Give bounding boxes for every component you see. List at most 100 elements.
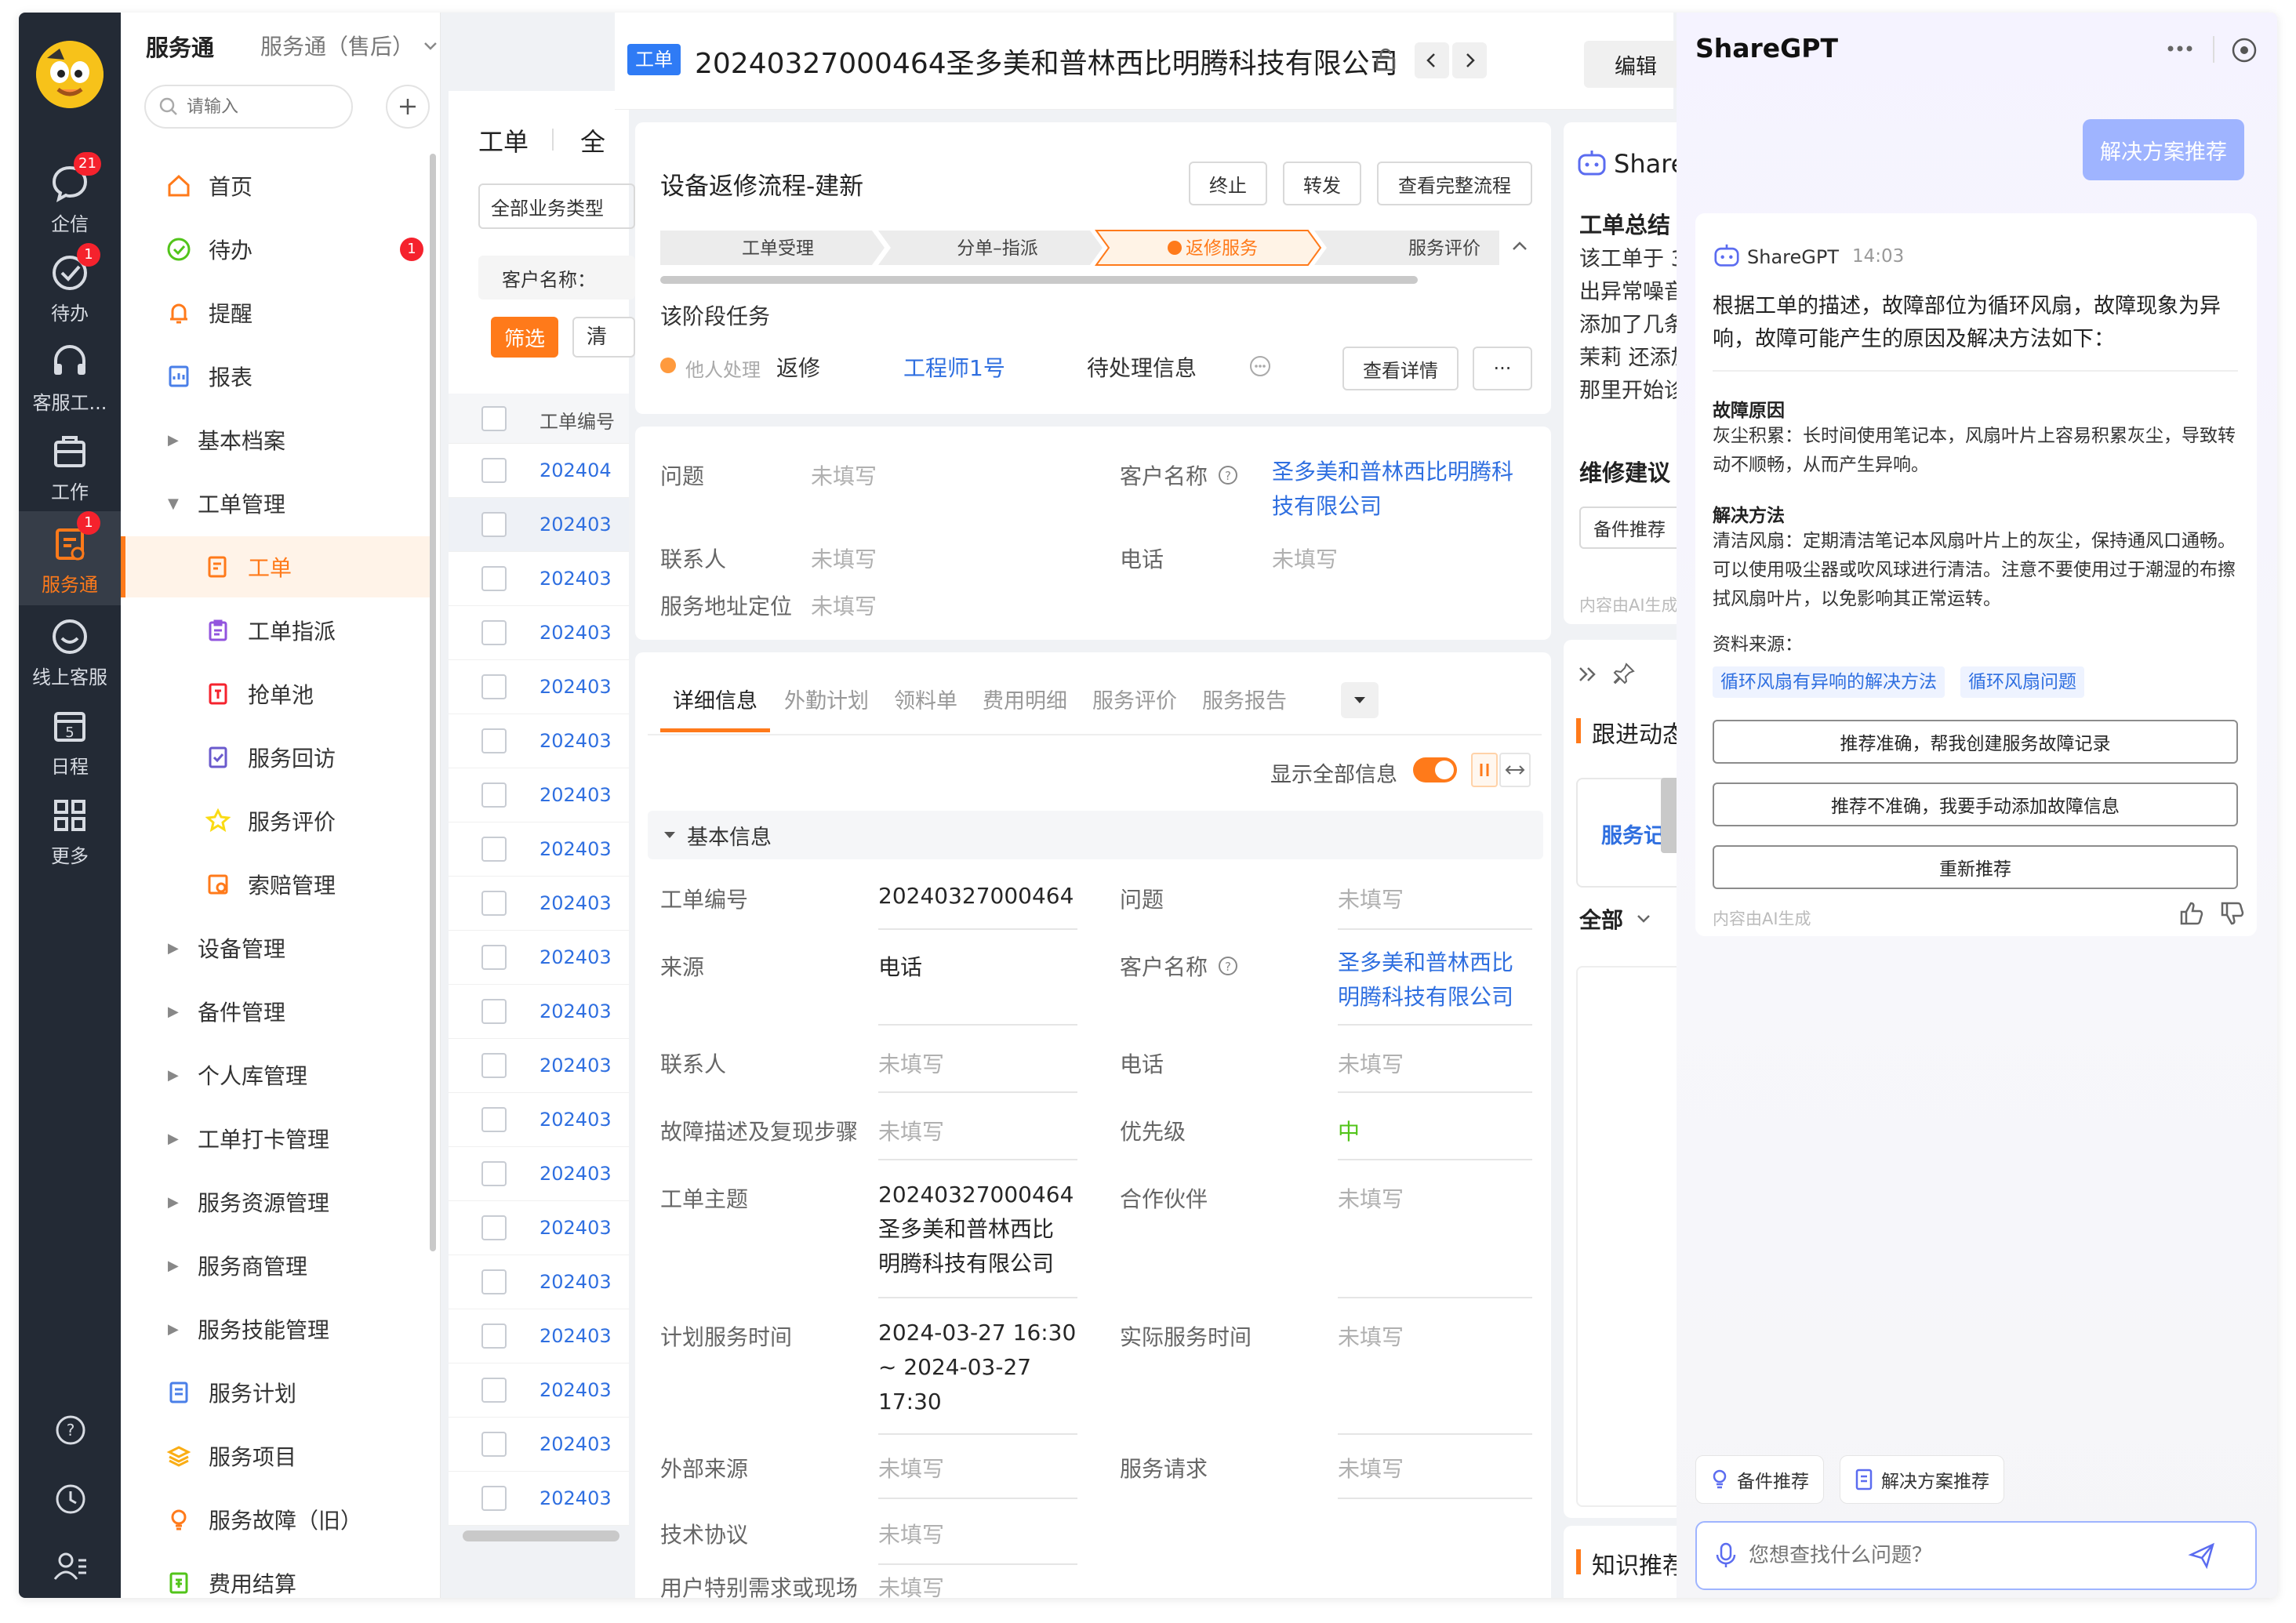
rail-item-online-service[interactable]: 线上客服 [19, 612, 121, 696]
sidebar-item-home[interactable]: 首页 [121, 155, 434, 216]
ticket-number-link[interactable]: 202403 [539, 1055, 612, 1077]
row-checkbox[interactable] [481, 512, 507, 537]
row-checkbox[interactable] [481, 1269, 507, 1294]
target-icon[interactable] [2230, 36, 2258, 67]
table-row[interactable]: 202403 [449, 931, 629, 985]
ticket-number-link[interactable]: 202403 [539, 784, 612, 806]
sidebar-item-spare-management[interactable]: ▶ 备件管理 [121, 981, 434, 1042]
table-row[interactable]: 202403 [449, 822, 629, 877]
pin-icon[interactable] [1612, 662, 1636, 688]
ticket-number-link[interactable]: 202403 [539, 1271, 612, 1293]
ticket-number-link[interactable]: 202403 [539, 1433, 612, 1455]
field-customer-link[interactable]: 圣多美和普林西比 明腾科技有限公司 [1338, 946, 1542, 1015]
ticket-number-link[interactable]: 202403 [539, 676, 612, 698]
ticket-number-link[interactable]: 202403 [539, 838, 612, 860]
row-checkbox[interactable] [481, 891, 507, 916]
source-link-1[interactable]: 循环风扇有异响的解决方法 [1713, 666, 1945, 698]
sidebar-item-ticket[interactable]: 工单 [121, 536, 434, 597]
tab-cost[interactable]: 费用明细 [983, 684, 1067, 732]
tab-field-plan[interactable]: 外勤计划 [784, 684, 869, 732]
lock-icon[interactable] [1374, 47, 1397, 75]
sidebar-item-basic-archive[interactable]: ▶ 基本档案 [121, 409, 434, 470]
tab-evaluation[interactable]: 服务评价 [1092, 684, 1177, 732]
reject-recommendation-button[interactable]: 推荐不准确，我要手动添加故障信息 [1713, 782, 2238, 826]
rail-item-todo[interactable]: 待办 1 [19, 243, 121, 332]
sidebar-item-providers[interactable]: ▶ 服务商管理 [121, 1235, 434, 1296]
rail-item-chat[interactable]: 企信 21 [19, 152, 121, 243]
row-checkbox[interactable] [481, 1323, 507, 1349]
sidebar-search[interactable] [144, 85, 353, 129]
ticket-number-link[interactable]: 202403 [539, 1487, 612, 1509]
sidebar-item-checkin[interactable]: ▶ 工单打卡管理 [121, 1108, 434, 1169]
list-hscrollbar[interactable] [463, 1530, 619, 1541]
row-checkbox[interactable] [481, 1053, 507, 1078]
prev-button[interactable] [1415, 42, 1449, 78]
send-icon[interactable] [2188, 1541, 2216, 1570]
row-checkbox[interactable] [481, 674, 507, 699]
table-row[interactable]: 202403 [449, 877, 629, 931]
sidebar-scrollbar[interactable] [430, 154, 436, 1251]
suggestion-bubble[interactable]: 解决方案推荐 [2083, 119, 2244, 180]
stage-engineer-link[interactable]: 工程师1号 [903, 351, 1005, 383]
more-tabs-button[interactable] [1341, 682, 1379, 718]
sidebar-item-claims[interactable]: 索赔管理 [121, 854, 434, 915]
chat-input[interactable] [1695, 1521, 2257, 1590]
table-row[interactable]: 202403 [449, 1255, 629, 1309]
thumbs-up-icon[interactable] [2178, 900, 2205, 930]
summary-customer-link[interactable]: 圣多美和普林西比明腾科 技有限公司 [1272, 455, 1531, 524]
business-type-select[interactable]: 全部业务类型 [478, 183, 635, 229]
sidebar-item-service-items[interactable]: 服务项目 [121, 1425, 434, 1487]
ticket-number-link[interactable]: 202403 [539, 568, 612, 590]
table-row[interactable]: 202403 [449, 552, 629, 606]
user-settings-icon[interactable] [53, 1551, 88, 1585]
list-tab-all[interactable]: 全 [580, 122, 605, 158]
source-link-2[interactable]: 循环风扇问题 [1960, 666, 2084, 698]
row-checkbox[interactable] [481, 1215, 507, 1240]
table-row[interactable]: 202403 [449, 498, 629, 552]
sidebar-item-grab-pool[interactable]: 抢单池 [121, 663, 434, 724]
tab-report[interactable]: 服务报告 [1202, 684, 1287, 732]
module-switcher[interactable]: 服务通（售后） [260, 30, 440, 61]
tab-detail[interactable]: 详细信息 [660, 684, 770, 732]
sidebar-item-resources[interactable]: ▶ 服务资源管理 [121, 1171, 434, 1233]
table-row[interactable]: 202403 [449, 1472, 629, 1526]
row-checkbox[interactable] [481, 566, 507, 591]
table-row[interactable]: 202403 [449, 1418, 629, 1472]
add-button[interactable] [386, 85, 430, 129]
column-layout-icon[interactable] [1471, 753, 1498, 787]
sidebar-item-device-management[interactable]: ▶ 设备管理 [121, 917, 434, 979]
sidebar-item-evaluation[interactable]: 服务评价 [121, 790, 434, 851]
rail-item-work[interactable]: 工作 [19, 427, 121, 511]
table-row[interactable]: 202403 [449, 985, 629, 1039]
rail-item-more[interactable]: 更多 [19, 790, 121, 875]
next-button[interactable] [1452, 42, 1487, 78]
table-row[interactable]: 202404 [449, 444, 629, 498]
ticket-number-link[interactable]: 202403 [539, 514, 612, 536]
select-all-checkbox[interactable] [481, 406, 507, 431]
customer-filter[interactable]: 客户名称： [478, 256, 635, 300]
solution-chip[interactable]: 解决方案推荐 [1840, 1455, 2004, 1504]
basic-info-header[interactable]: 基本信息 [648, 811, 1543, 859]
view-flow-button[interactable]: 查看完整流程 [1377, 162, 1532, 205]
help-icon[interactable]: ? [55, 1414, 86, 1449]
view-detail-button[interactable]: 查看详情 [1342, 347, 1459, 390]
sidebar-item-personal-stock[interactable]: ▶ 个人库管理 [121, 1044, 434, 1106]
ticket-number-link[interactable]: 202403 [539, 1109, 612, 1131]
sidebar-item-ticket-management[interactable]: ▼ 工单管理 [121, 473, 434, 534]
sidebar-item-todo[interactable]: 待办 1 [121, 219, 434, 280]
ticket-number-link[interactable]: 202403 [539, 1217, 612, 1239]
double-chevron-icon[interactable] [1576, 663, 1600, 688]
spare-part-button[interactable]: 备件推荐 [1579, 507, 1677, 549]
sidebar-item-service-fault[interactable]: 服务故障（旧） [121, 1489, 434, 1550]
accept-recommendation-button[interactable]: 推荐准确，帮我创建服务故障记录 [1713, 720, 2238, 764]
sidebar-item-remind[interactable]: 提醒 [121, 282, 434, 343]
sidebar-item-settlement[interactable]: 费用结算 [121, 1552, 434, 1598]
table-row[interactable]: 202403 [449, 714, 629, 768]
clock-icon[interactable] [55, 1483, 86, 1518]
row-checkbox[interactable] [481, 458, 507, 483]
table-row[interactable]: 202403 [449, 768, 629, 822]
edit-button[interactable]: 编辑 [1584, 41, 1687, 88]
row-checkbox[interactable] [481, 1432, 507, 1457]
spare-part-chip[interactable]: 备件推荐 [1695, 1455, 1824, 1504]
forward-button[interactable]: 转发 [1283, 162, 1361, 205]
